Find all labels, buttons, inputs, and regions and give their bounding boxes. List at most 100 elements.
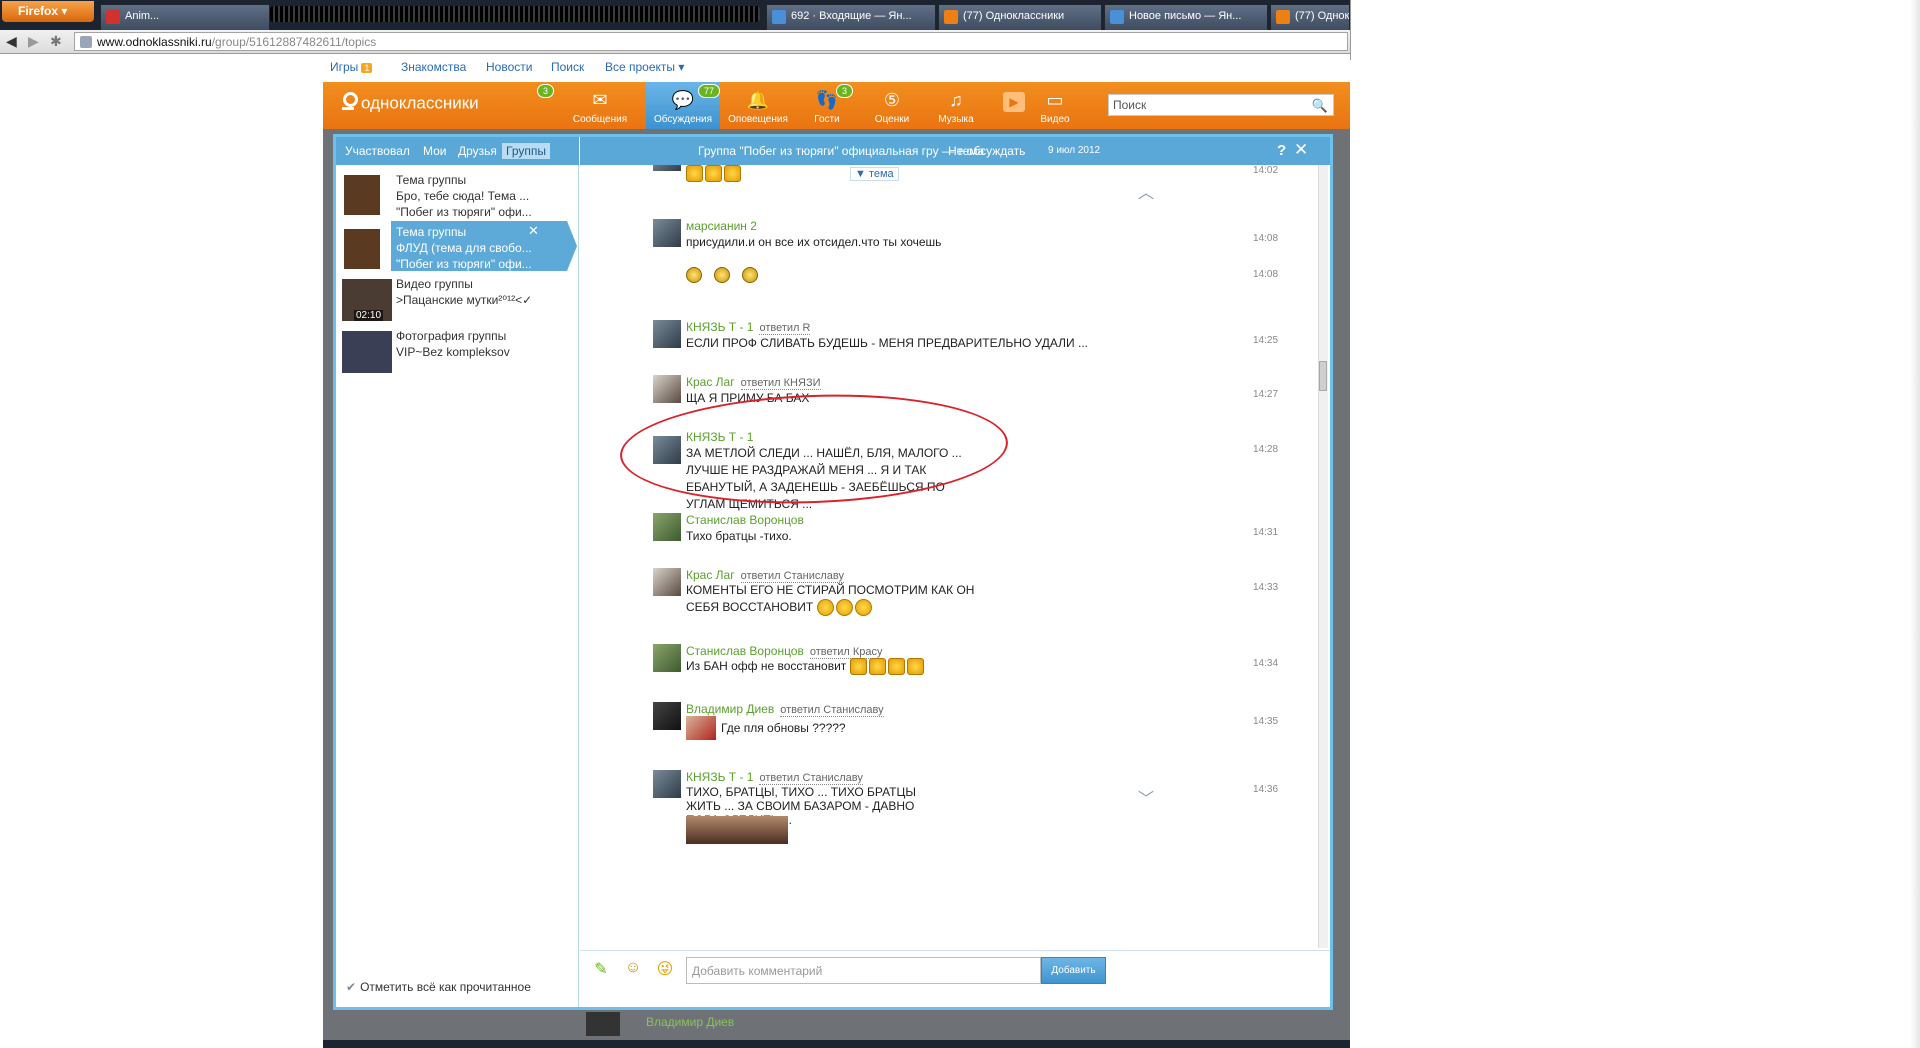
browser-nav-bar: ◀ ▶ ✱ www.odnoklassniki.ru/group/5161288… (0, 30, 1350, 54)
discussions-panel: Участвовал Мои Друзья Группы Тема группы… (333, 134, 1333, 1010)
add-comment-button[interactable]: Добавить (1041, 957, 1106, 984)
odnoklassniki-icon (944, 10, 958, 24)
browser-window: Firefox ▾ Anim... 692 · Входящие — Ян...… (0, 0, 1920, 1048)
page-edge (1350, 0, 1351, 60)
author-name[interactable]: Станислав Воронцов ответил Красу (686, 644, 883, 659)
site-logo[interactable]: одноклассники (341, 92, 479, 116)
discussion-main: Группа "Побег из тюряги" официальная гру… (580, 137, 1330, 1007)
group-thumbnail (344, 175, 380, 215)
five-rating-icon: ⑤ (883, 90, 901, 110)
no-discuss-link[interactable]: Не обсуждать (948, 144, 1025, 158)
pencil-icon[interactable]: ✎ (590, 959, 612, 981)
history-icon[interactable]: ✱ (50, 33, 62, 50)
group-thumbnail (344, 229, 380, 269)
discussion-header: Группа "Побег из тюряги" официальная гру… (580, 137, 1330, 165)
browser-tab[interactable]: 692 · Входящие — Ян... (766, 4, 936, 30)
odnoklassniki-icon (1276, 10, 1290, 24)
sticker-icon[interactable]: ☺ (622, 959, 644, 981)
logo-badge: 3 (537, 84, 555, 98)
games-link[interactable]: Игры 1 (330, 60, 373, 74)
guests-badge: 3 (836, 84, 854, 98)
avatar (653, 165, 681, 171)
attached-photo[interactable] (720, 816, 754, 844)
avatar[interactable] (653, 702, 681, 730)
all-projects-link[interactable]: Все проекты ▾ (605, 60, 684, 74)
close-icon[interactable]: ✕ (528, 223, 539, 239)
search-icon[interactable]: 🔍 (1312, 98, 1328, 114)
topics-sidebar: Участвовал Мои Друзья Группы Тема группы… (336, 137, 579, 1007)
page-shadow (1910, 0, 1920, 1048)
avatar[interactable] (653, 644, 681, 672)
author-name[interactable]: марсианин 2 (686, 219, 757, 233)
avatar[interactable] (653, 568, 681, 596)
messages-nav[interactable]: ✉ Сообщения (563, 82, 637, 129)
attached-photo[interactable] (686, 816, 720, 844)
discussion-title[interactable]: Группа "Побег из тюряги" официальная гру… (698, 144, 984, 158)
author-name[interactable]: Станислав Воронцов (686, 513, 804, 527)
notifications-nav[interactable]: 🔔 Оповещения (721, 82, 795, 129)
sidebar-photo-item[interactable]: Фотография группы VIP~Bez kompleksov (336, 323, 579, 387)
video-nav[interactable]: ▭ Видео (1023, 82, 1087, 129)
check-icon: ✔ (346, 980, 357, 994)
header-search-input[interactable]: Поиск 🔍 (1108, 94, 1334, 116)
url-bar[interactable]: www.odnoklassniki.ru/group/5161288748261… (74, 32, 1348, 51)
author-name[interactable]: Владимир Диев ответил Станиславу (686, 702, 884, 717)
tab-participated[interactable]: Участвовал (341, 143, 414, 159)
tab-groups[interactable]: Группы (502, 143, 550, 159)
mark-all-read-button[interactable]: ✔ Отметить всё как прочитанное (346, 980, 531, 994)
news-link[interactable]: Новости (486, 60, 532, 74)
tab-friends[interactable]: Друзья (454, 143, 501, 159)
author-name[interactable]: КНЯЗЬ Т - 1 ответил R (686, 320, 811, 335)
mail-icon (1110, 10, 1124, 24)
bell-icon: 🔔 (746, 90, 770, 110)
music-nav[interactable]: ♫ Музыка (924, 82, 988, 129)
browser-tab[interactable]: (77) Одноклассники (938, 4, 1102, 30)
play-icon[interactable]: ▶ (1003, 92, 1025, 112)
video-duration: 02:10 (354, 310, 384, 321)
scrollbar[interactable] (1318, 165, 1328, 948)
site-identity-icon (80, 36, 92, 48)
avatar[interactable] (653, 513, 681, 541)
message-feed[interactable]: ▼ тема ︿ ﹀ 14:02 марсианин 2 присудили.и… (580, 165, 1320, 950)
firefox-menu-button[interactable]: Firefox ▾ (2, 1, 94, 22)
smiley-icon[interactable]: 😜 (654, 959, 676, 981)
discussion-date: 9 июл 2012 (1048, 145, 1101, 156)
browser-tab[interactable]: Anim... (100, 4, 270, 30)
ratings-nav[interactable]: ⑤ Оценки (860, 82, 924, 129)
speech-bubble-icon: 💬 (671, 90, 695, 110)
chevron-up-icon[interactable]: ︿ (1138, 179, 1154, 203)
avatar (586, 1012, 620, 1036)
back-arrow-icon[interactable]: ◀ (6, 33, 17, 50)
video-icon: ▭ (1046, 90, 1064, 110)
forward-arrow-icon[interactable]: ▶ (28, 33, 39, 50)
dating-link[interactable]: Знакомства (401, 60, 466, 74)
message-smileys (686, 165, 1016, 183)
scrollbar-thumb[interactable] (1319, 361, 1327, 391)
browser-tab[interactable]: Новое письмо — Ян... (1104, 4, 1268, 30)
sidebar-tabs: Участвовал Мои Друзья Группы (336, 137, 579, 165)
author-name[interactable]: Крас Лаг ответил КНЯЗИ (686, 375, 821, 390)
avatar[interactable] (653, 219, 681, 247)
avatar[interactable] (653, 770, 681, 798)
sticker-image (686, 716, 716, 740)
comment-input[interactable]: Добавить комментарий (686, 957, 1041, 984)
browser-tab[interactable]: (77) Однок... (1270, 4, 1350, 30)
mail-icon (772, 10, 786, 24)
close-panel-icon[interactable]: ✕ (1294, 140, 1308, 160)
chevron-down-icon[interactable]: ﹀ (1138, 785, 1154, 809)
discussions-badge: 77 (698, 84, 721, 98)
message-smileys (686, 267, 1016, 288)
search-link[interactable]: Поиск (551, 60, 584, 74)
games-badge: 1 (361, 63, 373, 73)
help-icon[interactable]: ? (1277, 142, 1286, 159)
comment-compose: ✎ ☺ 😜 Добавить комментарий Добавить (580, 950, 1330, 1007)
tab-mine[interactable]: Мои (419, 143, 451, 159)
site-header: одноклассники 3 ✉ Сообщения 💬 Обсуждения… (323, 82, 1350, 129)
scribbled-tabs (270, 6, 760, 22)
avatar[interactable] (653, 320, 681, 348)
attached-photo[interactable] (754, 816, 788, 844)
browser-tab-strip: Firefox ▾ Anim... 692 · Входящие — Ян...… (0, 0, 1350, 30)
avatar[interactable] (653, 375, 681, 403)
author-name[interactable]: КНЯЗЬ Т - 1 ответил Станиславу (686, 770, 863, 785)
author-name[interactable]: Крас Лаг ответил Станиславу (686, 568, 844, 583)
